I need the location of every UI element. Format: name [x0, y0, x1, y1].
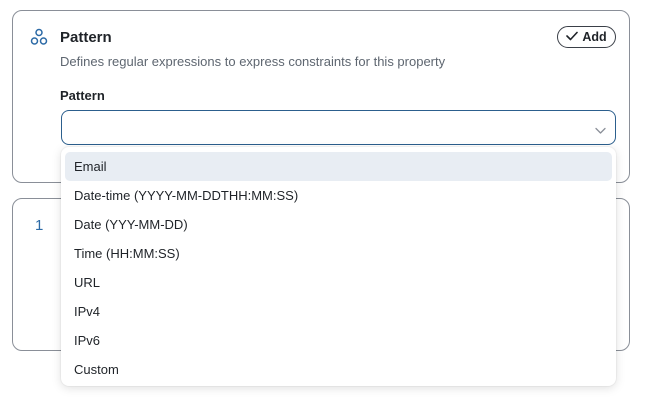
- card-description: Defines regular expressions to express c…: [60, 54, 446, 69]
- pattern-dropdown-menu: Email Date-time (YYYY-MM-DDTHH:MM:SS) Da…: [61, 147, 616, 386]
- dropdown-option-date-time[interactable]: Date-time (YYYY-MM-DDTHH:MM:SS): [65, 181, 612, 210]
- dropdown-option-custom[interactable]: Custom: [65, 355, 612, 384]
- check-icon: [566, 30, 579, 44]
- chevron-down-icon[interactable]: [595, 122, 606, 134]
- pattern-select[interactable]: [61, 110, 616, 145]
- dropdown-option-url[interactable]: URL: [65, 268, 612, 297]
- page: Pattern Defines regular expressions to e…: [0, 0, 646, 408]
- dropdown-option-date[interactable]: Date (YYY-MM-DD): [65, 210, 612, 239]
- pattern-icon: [30, 28, 48, 46]
- card-title: Pattern: [60, 29, 112, 46]
- dropdown-option-ipv4[interactable]: IPv4: [65, 297, 612, 326]
- row-number: 1: [35, 217, 44, 234]
- add-button-label: Add: [582, 30, 607, 44]
- dropdown-option-email[interactable]: Email: [65, 152, 612, 181]
- pattern-field-label: Pattern: [60, 88, 105, 103]
- dropdown-option-ipv6[interactable]: IPv6: [65, 326, 612, 355]
- dropdown-option-time[interactable]: Time (HH:MM:SS): [65, 239, 612, 268]
- add-button[interactable]: Add: [557, 26, 616, 48]
